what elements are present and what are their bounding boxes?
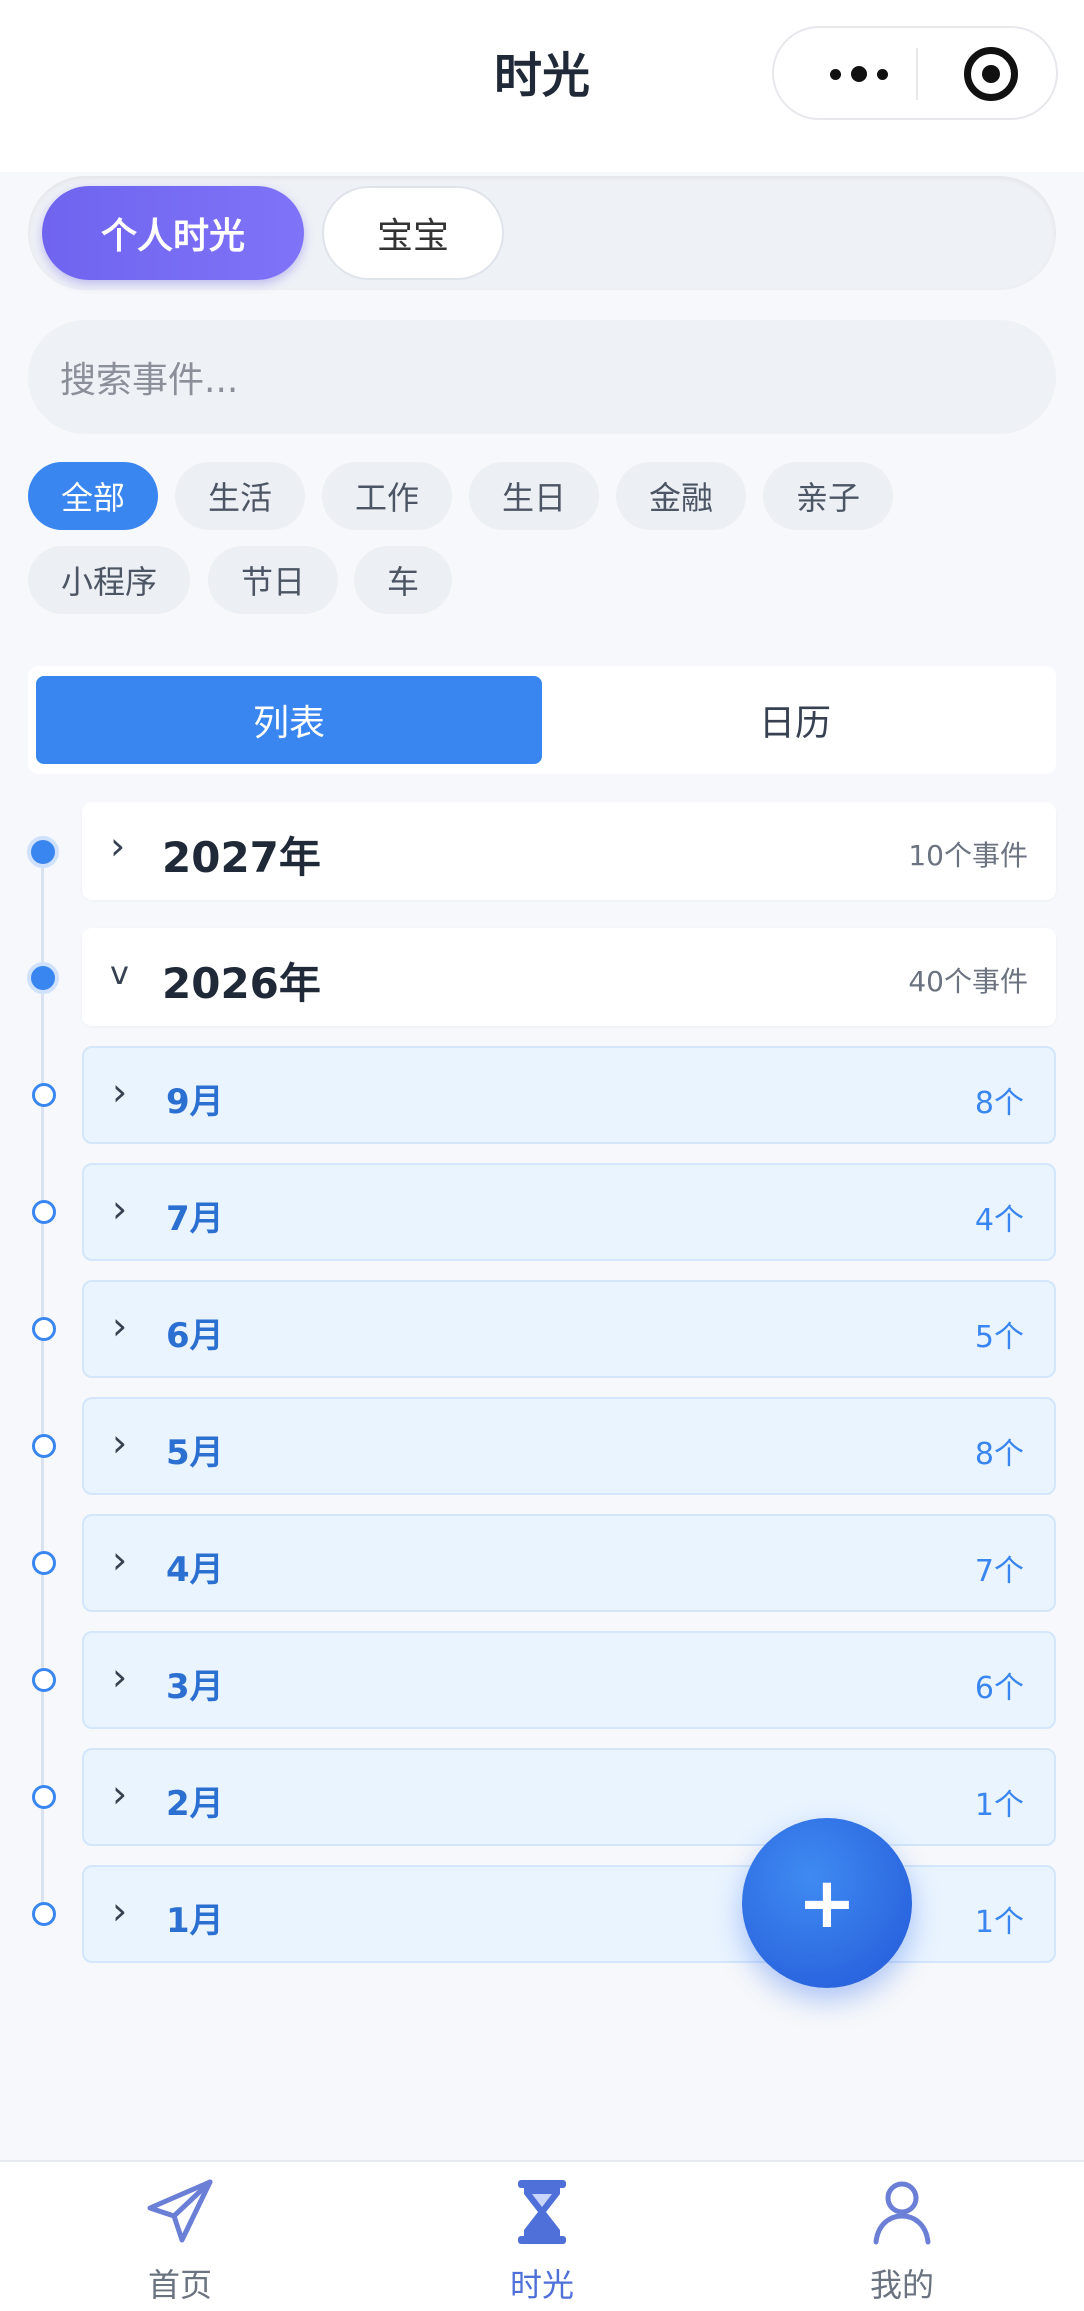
tab-baby[interactable]: 宝宝 (322, 186, 504, 280)
month-event-count: 1个 (974, 1905, 1024, 1940)
scope-switcher: 个人时光 宝宝 (28, 176, 1056, 290)
tabbar-label: 我的 (869, 2266, 934, 2304)
year-title: 2027年 (162, 833, 321, 882)
category-chip-work[interactable]: 工作 (322, 462, 452, 530)
timeline-month-dot (32, 1668, 56, 1692)
month-event-count: 4个 (974, 1203, 1024, 1238)
timeline-month-dot (32, 1317, 56, 1341)
month-title: 3月 (166, 1667, 224, 1707)
year-row-2027[interactable]: › 2027年 10个事件 (82, 802, 1056, 900)
month-row[interactable]: › 5月 8个 (82, 1397, 1056, 1495)
view-toggle: 列表 日历 (28, 666, 1056, 774)
tabbar-item-home[interactable]: 首页 (80, 2176, 280, 2306)
category-chip-parenting[interactable]: 亲子 (763, 462, 893, 530)
month-event-count: 1个 (974, 1788, 1024, 1823)
page: 时光 个人时光 宝宝 搜索事件... 全部 生活 工作 生日 金融 亲子 小程序… (0, 0, 1084, 2311)
category-chip-holiday[interactable]: 节日 (208, 546, 338, 614)
chevron-right-icon: › (112, 1070, 128, 1114)
search-input[interactable]: 搜索事件... (28, 320, 1056, 434)
tabbar-item-mine[interactable]: 我的 (802, 2176, 1002, 2306)
month-row[interactable]: › 4月 7个 (82, 1514, 1056, 1612)
timeline-month-dot (32, 1902, 56, 1926)
view-calendar-button[interactable]: 日历 (542, 676, 1048, 764)
year-event-count: 10个事件 (908, 839, 1028, 872)
timeline-year-dot (27, 836, 59, 868)
timeline-month-dot (32, 1083, 56, 1107)
timeline-month-dot (32, 1200, 56, 1224)
month-title: 1月 (166, 1901, 224, 1941)
month-title: 7月 (166, 1199, 224, 1239)
add-event-button[interactable]: + (742, 1818, 912, 1988)
category-chip-life[interactable]: 生活 (175, 462, 305, 530)
year-row-2026[interactable]: v 2026年 40个事件 (82, 928, 1056, 1026)
category-chip-all[interactable]: 全部 (28, 462, 158, 530)
tab-personal[interactable]: 个人时光 (42, 186, 304, 280)
month-title: 6月 (166, 1316, 224, 1356)
hourglass-icon (518, 2180, 566, 2244)
tabbar-label: 首页 (147, 2266, 212, 2304)
month-title: 2月 (166, 1784, 224, 1824)
category-chip-finance[interactable]: 金融 (616, 462, 746, 530)
chevron-right-icon: › (112, 1187, 128, 1231)
month-event-count: 8个 (974, 1086, 1024, 1121)
month-row[interactable]: › 3月 6个 (82, 1631, 1056, 1729)
send-icon (147, 2179, 213, 2243)
month-event-count: 5个 (974, 1320, 1024, 1355)
month-event-count: 8个 (974, 1437, 1024, 1472)
close-target-icon[interactable] (964, 47, 1018, 101)
month-row[interactable]: › 7月 4个 (82, 1163, 1056, 1261)
category-chip-birthday[interactable]: 生日 (469, 462, 599, 530)
bottom-tabbar: 首页 时光 我的 (0, 2160, 1084, 2311)
chevron-right-icon: › (112, 1538, 128, 1582)
mini-program-capsule (772, 26, 1058, 120)
chevron-right-icon: › (112, 1304, 128, 1348)
chevron-right-icon: › (112, 1772, 128, 1816)
more-icon[interactable] (814, 52, 904, 96)
month-row[interactable]: › 9月 8个 (82, 1046, 1056, 1144)
category-chip-car[interactable]: 车 (354, 546, 452, 614)
tabbar-label: 时光 (509, 2266, 574, 2304)
month-title: 4月 (166, 1550, 224, 1590)
category-chip-mini-program[interactable]: 小程序 (28, 546, 190, 614)
month-event-count: 6个 (974, 1671, 1024, 1706)
year-event-count: 40个事件 (908, 965, 1028, 998)
user-icon (873, 2181, 931, 2245)
timeline-year-dot (27, 962, 59, 994)
month-row[interactable]: › 2月 1个 (82, 1748, 1056, 1846)
year-title: 2026年 (162, 959, 321, 1008)
timeline-month-dot (32, 1785, 56, 1809)
chevron-right-icon: › (112, 1889, 128, 1933)
month-row[interactable]: › 6月 5个 (82, 1280, 1056, 1378)
chevron-right-icon: › (112, 1655, 128, 1699)
month-title: 9月 (166, 1082, 224, 1122)
header: 时光 (0, 0, 1084, 172)
month-event-count: 7个 (974, 1554, 1024, 1589)
month-title: 5月 (166, 1433, 224, 1473)
chevron-right-icon: › (110, 824, 126, 868)
view-list-button[interactable]: 列表 (36, 676, 542, 764)
tabbar-item-time[interactable]: 时光 (442, 2176, 642, 2306)
timeline-month-dot (32, 1434, 56, 1458)
chevron-right-icon: › (112, 1421, 128, 1465)
timeline-month-dot (32, 1551, 56, 1575)
capsule-divider (916, 48, 918, 100)
chevron-down-icon: v (110, 954, 129, 992)
timeline-line (41, 850, 44, 1915)
